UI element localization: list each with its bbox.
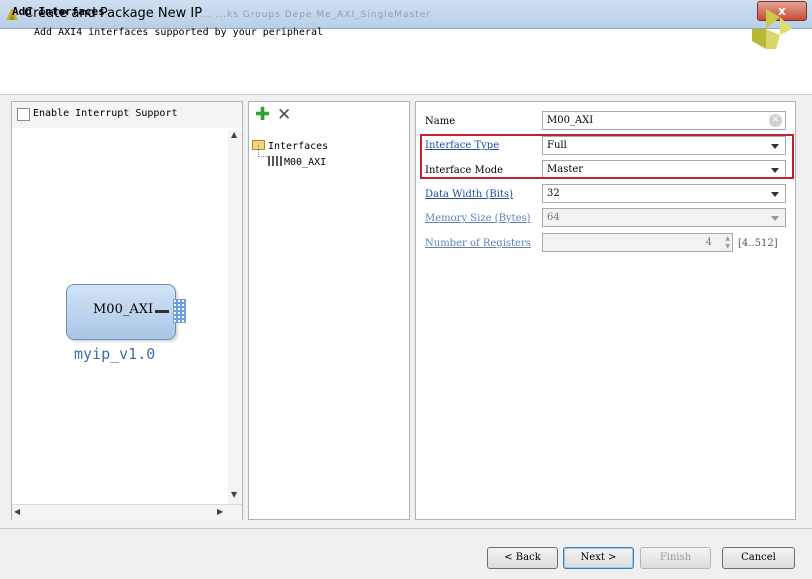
num-registers-spinner: 4 ▲ ▼ <box>542 233 733 252</box>
x-icon[interactable]: ✕ <box>277 106 291 124</box>
next-button[interactable]: Next > <box>563 547 634 569</box>
spinner-up-icon: ▲ <box>725 235 730 242</box>
background-window-ghost-text: ... ...ks Groups Depe Me_AXI_SingleMaste… <box>200 10 431 20</box>
page-subtitle: Add AXI4 interfaces supported by your pe… <box>34 27 323 38</box>
back-button[interactable]: < Back <box>487 547 558 569</box>
data-width-select[interactable]: 32 <box>542 184 786 203</box>
tree-item-m00-axi[interactable]: M00_AXI <box>268 150 326 169</box>
num-registers-label[interactable]: Number of Registers <box>425 238 531 249</box>
bus-interface-icon <box>268 155 282 166</box>
tree-item-label: M00_AXI <box>284 157 327 168</box>
name-field[interactable]: M00_AXI ✕ <box>542 111 786 130</box>
ip-port-connector <box>155 310 169 313</box>
scroll-left-icon[interactable]: ◀ <box>14 507 20 516</box>
footer-divider <box>0 528 812 529</box>
tree-connector <box>258 156 268 158</box>
name-value: M00_AXI <box>547 115 594 126</box>
cancel-button[interactable]: Cancel <box>722 547 795 569</box>
wizard-header <box>0 29 812 95</box>
bus-interface-icon <box>173 299 186 323</box>
data-width-label[interactable]: Data Width (Bits) <box>425 189 513 200</box>
ip-port-label: M00_AXI <box>93 302 154 317</box>
vertical-scrollbar[interactable]: ▲ ▼ <box>228 130 242 504</box>
spinner-down-icon: ▼ <box>725 243 730 250</box>
plus-icon[interactable]: ✚ <box>255 106 270 124</box>
memory-size-select: 64 <box>542 208 786 227</box>
enable-interrupt-checkbox[interactable] <box>17 108 30 121</box>
num-registers-value: 4 <box>705 237 712 248</box>
memory-size-label[interactable]: Memory Size (Bytes) <box>425 213 531 224</box>
horizontal-scrollbar[interactable]: ◀ ▶ <box>12 504 242 520</box>
page-title: Add Interfaces <box>12 5 105 18</box>
scroll-right-icon[interactable]: ▶ <box>217 507 223 516</box>
chevron-down-icon <box>771 216 779 221</box>
memory-size-value: 64 <box>547 212 560 223</box>
enable-interrupt-label: Enable Interrupt Support <box>33 108 178 119</box>
finish-button: Finish <box>640 547 711 569</box>
name-label: Name <box>425 116 456 127</box>
clear-icon[interactable]: ✕ <box>769 114 782 127</box>
highlight-box <box>420 134 794 179</box>
scroll-up-icon[interactable]: ▲ <box>231 130 237 139</box>
scroll-down-icon[interactable]: ▼ <box>231 490 237 499</box>
data-width-value: 32 <box>547 188 560 199</box>
num-registers-range: [4..512] <box>738 238 778 249</box>
xilinx-logo-icon <box>752 9 792 49</box>
chevron-down-icon <box>771 192 779 197</box>
ip-name-label: myip_v1.0 <box>74 345 156 363</box>
